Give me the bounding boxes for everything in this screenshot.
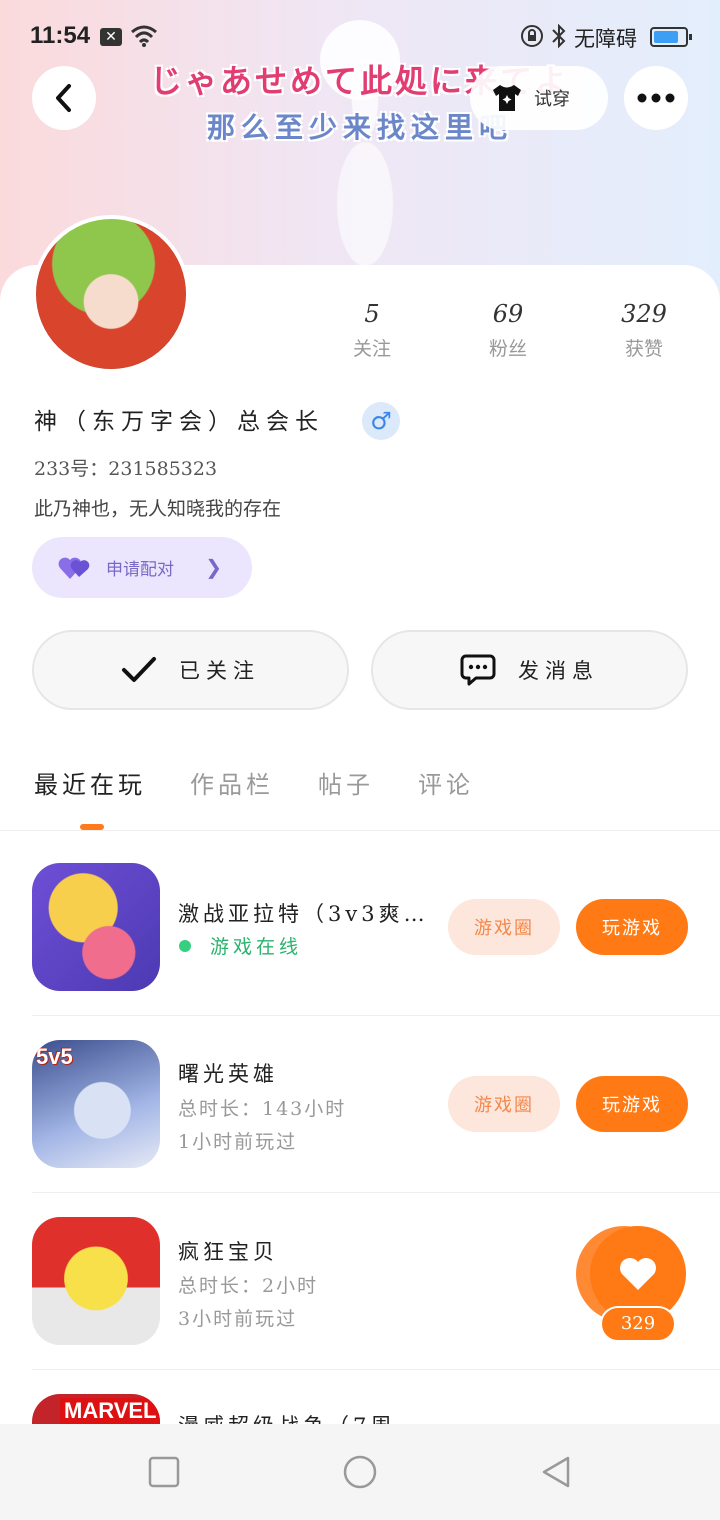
- play-game-button[interactable]: 玩游戏: [576, 899, 688, 955]
- game-icon-fengkuang[interactable]: [32, 1217, 160, 1345]
- stat-followers[interactable]: 69 粉丝: [458, 300, 558, 361]
- stat-following[interactable]: 5 关注: [322, 300, 422, 361]
- tshirt-icon: [493, 85, 521, 111]
- apply-pair-button[interactable]: 申请配对 ❯: [32, 537, 252, 598]
- wifi-icon: [131, 25, 157, 47]
- send-message-label: 发消息: [518, 659, 599, 683]
- tab-works[interactable]: 作品栏: [190, 765, 274, 835]
- game-badge-marvel: MARVEL: [60, 1398, 160, 1424]
- game-icon-shuguang[interactable]: 5v5: [32, 1040, 160, 1168]
- checkmark-icon: [122, 657, 156, 682]
- home-icon[interactable]: [342, 1454, 378, 1490]
- status-time: 11:54: [30, 22, 91, 49]
- online-status-text: 游戏在线: [210, 936, 303, 958]
- heart-icon: [620, 1258, 656, 1290]
- avatar[interactable]: [32, 215, 190, 373]
- row-divider: [32, 1015, 720, 1016]
- apply-pair-label: 申请配对: [106, 560, 174, 580]
- game-last-played: 1小时前玩过: [178, 1131, 298, 1153]
- game-total-time: 总时长：2小时: [178, 1275, 319, 1297]
- game-icon-jizhan[interactable]: [32, 863, 160, 991]
- followed-label: 已关注: [179, 659, 260, 683]
- game-circle-button[interactable]: 游戏圈: [448, 899, 560, 955]
- game-name[interactable]: 疯狂宝贝: [178, 1236, 438, 1266]
- accessibility-label: 无障碍: [574, 28, 637, 51]
- stat-following-label: 关注: [352, 338, 391, 360]
- battery-icon: [650, 27, 692, 47]
- stat-followers-value: 69: [492, 300, 524, 328]
- game-last-played: 3小时前玩过: [178, 1308, 298, 1330]
- row-divider: [32, 1369, 720, 1370]
- username: 神（东万字会）总会长: [34, 409, 324, 435]
- back-nav-icon[interactable]: [538, 1454, 574, 1490]
- male-gender-icon: ♂: [362, 402, 400, 440]
- more-options-button[interactable]: [624, 66, 688, 130]
- recent-apps-icon[interactable]: [146, 1454, 182, 1490]
- send-message-button[interactable]: 发消息: [371, 630, 688, 710]
- online-status-dot: [179, 940, 191, 952]
- stat-followers-label: 粉丝: [488, 338, 527, 360]
- tab-comments[interactable]: 评论: [418, 765, 474, 835]
- status-bar: 11:54 ✕ 无障碍: [0, 18, 720, 54]
- more-dots-icon: [637, 93, 675, 103]
- like-count-badge: 329: [600, 1306, 676, 1342]
- game-name[interactable]: 激战亚拉特（3v3爽…: [178, 898, 438, 928]
- notification-x-icon: ✕: [100, 28, 122, 46]
- profile-tabs: 最近在玩 作品栏 帖子 评论: [34, 765, 518, 835]
- stat-likes-value: 329: [621, 300, 667, 328]
- followed-button[interactable]: 已关注: [32, 630, 349, 710]
- user-bio: 此乃神也，无人知晓我的存在: [34, 498, 282, 520]
- tab-posts[interactable]: 帖子: [318, 765, 374, 835]
- stat-likes[interactable]: 329 获赞: [594, 300, 694, 361]
- lock-icon: [521, 25, 543, 47]
- chevron-right-icon: ❯: [205, 555, 222, 579]
- play-game-button[interactable]: 玩游戏: [576, 1076, 688, 1132]
- user-id: 233号：231585323: [34, 458, 218, 480]
- chat-bubble-icon: [460, 654, 496, 686]
- tabs-divider: [0, 830, 720, 831]
- back-button[interactable]: [32, 66, 96, 130]
- try-on-label: 试穿: [534, 89, 570, 110]
- stat-following-value: 5: [364, 300, 380, 328]
- bluetooth-icon: [552, 24, 566, 48]
- system-nav-bar: [0, 1424, 720, 1520]
- double-heart-icon: [58, 557, 90, 579]
- game-circle-button[interactable]: 游戏圈: [448, 1076, 560, 1132]
- row-divider: [32, 1192, 720, 1193]
- game-total-time: 总时长：143小时: [178, 1098, 347, 1120]
- stat-likes-label: 获赞: [624, 338, 663, 360]
- game-name[interactable]: 曙光英雄: [178, 1058, 438, 1088]
- try-on-button[interactable]: 试穿: [470, 66, 608, 130]
- game-badge-5v5: 5v5: [36, 1044, 73, 1069]
- chevron-left-icon: [56, 84, 71, 112]
